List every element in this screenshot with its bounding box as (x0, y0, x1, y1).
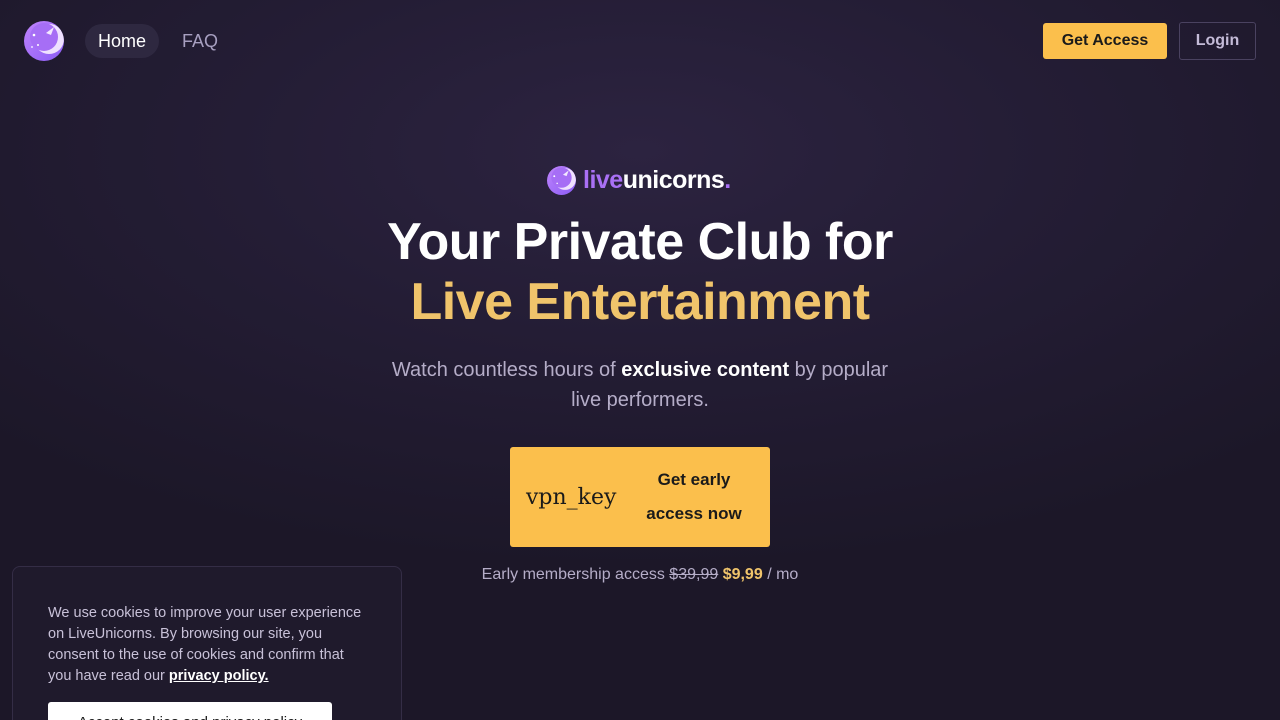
get-access-button[interactable]: Get Access (1043, 23, 1167, 59)
cookie-banner: We use cookies to improve your user expe… (12, 566, 402, 720)
new-price: $9,99 (722, 566, 763, 583)
vpn-key-icon: vpn_key (526, 484, 617, 510)
subtitle-before: Watch countless hours of (391, 359, 622, 381)
get-early-access-button[interactable]: vpn_key Get early access now (510, 447, 770, 547)
hero-subtitle: Watch countless hours of exclusive conte… (390, 355, 890, 415)
login-button[interactable]: Login (1179, 22, 1256, 60)
cta-label: Get early access now (646, 470, 742, 523)
pricing-label: Early membership access (481, 566, 665, 583)
site-header: Home FAQ Get Access Login (0, 0, 1280, 82)
brand-unicorns-text: unicorns (622, 165, 725, 194)
hero-headline: Your Private Club for Live Entertainment (0, 212, 1280, 332)
unicorn-moon-icon (547, 165, 576, 195)
brand-wordmark: liveunicorns. (583, 166, 731, 195)
price-period: / mo (767, 566, 799, 583)
nav-faq-link[interactable]: FAQ (182, 24, 218, 58)
brand-live-text: live (583, 165, 623, 194)
brand-period-text: . (724, 165, 731, 194)
unicorn-moon-icon[interactable] (24, 21, 64, 61)
old-price: $39,99 (669, 566, 719, 583)
headline-line-1: Your Private Club for (387, 213, 893, 271)
headline-line-2: Live Entertainment (410, 273, 870, 331)
nav-home-link[interactable]: Home (85, 24, 160, 58)
subtitle-bold: exclusive content (621, 359, 790, 381)
cookie-text: We use cookies to improve your user expe… (48, 603, 368, 687)
privacy-policy-link[interactable]: privacy policy. (169, 668, 269, 684)
brand-logo: liveunicorns. (547, 165, 731, 195)
accept-cookies-button[interactable]: Accept cookies and privacy policy (48, 702, 332, 720)
